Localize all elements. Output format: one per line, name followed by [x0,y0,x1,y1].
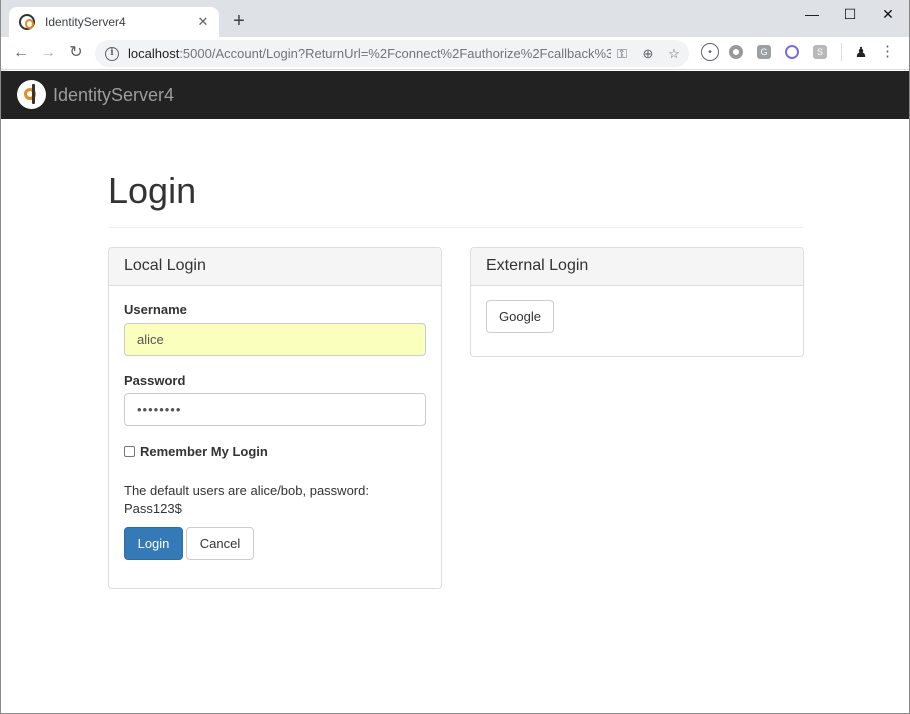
browser-tab-strip: IdentityServer4 ✕ + — ☐ ✕ [1,0,909,37]
url-text[interactable]: localhost:5000/Account/Login?ReturnUrl=%… [128,46,611,61]
info-icon[interactable]: i [105,46,119,61]
toolbar-separator [841,43,842,61]
address-bar[interactable]: i localhost:5000/Account/Login?ReturnUrl… [95,40,689,67]
local-login-panel: Local Login Username alice Password ••••… [108,247,442,589]
default-users-hint: The default users are alice/bob, passwor… [124,483,369,516]
window-minimize-button[interactable]: — [793,0,831,28]
page-header-divider [108,227,804,228]
grammarly-icon[interactable]: • [701,43,719,61]
google-login-button[interactable]: Google [486,300,554,333]
url-host: localhost [128,46,180,61]
site-navbar: IdentityServer4 [1,71,909,119]
back-arrow-icon[interactable]: ← [9,41,33,65]
remember-login-row: Remember My Login [124,444,268,459]
external-login-heading: External Login [471,248,803,286]
tab-title: IdentityServer4 [45,15,126,29]
circle-icon[interactable] [729,45,743,59]
external-login-panel: External Login Google [470,247,804,357]
zoom-icon[interactable]: ⊕ [637,43,659,65]
url-path: :5000/Account/Login?ReturnUrl=%2Fconnect… [179,46,611,61]
cancel-button[interactable]: Cancel [186,527,254,560]
new-tab-button[interactable]: + [227,10,251,34]
username-input[interactable]: alice [124,323,426,356]
profile-icon[interactable]: ♟ [852,43,870,61]
password-label: Password [124,373,186,388]
extensions-area: • G S ♟ ⋮ [701,43,895,63]
remember-login-label[interactable]: Remember My Login [140,444,268,459]
s-extension-icon[interactable]: S [813,45,827,59]
key-icon[interactable]: ⚿ [611,43,633,65]
target-icon[interactable] [785,45,799,59]
window-maximize-button[interactable]: ☐ [831,0,869,28]
browser-tab[interactable]: IdentityServer4 ✕ [9,7,219,37]
g-extension-icon[interactable]: G [757,45,771,59]
brand-name[interactable]: IdentityServer4 [53,85,174,106]
reload-icon[interactable]: ↻ [64,41,88,65]
star-icon[interactable]: ☆ [663,43,685,65]
password-input[interactable]: •••••••• [124,393,426,426]
identityserver-logo-icon[interactable] [17,80,46,109]
tab-close-icon[interactable]: ✕ [193,12,213,32]
remember-login-checkbox[interactable] [124,446,135,457]
local-login-heading: Local Login [109,248,441,286]
browser-toolbar: ← → ↻ i localhost:5000/Account/Login?Ret… [1,37,909,70]
page-title: Login [108,170,197,211]
forward-arrow-icon[interactable]: → [36,41,60,65]
login-button[interactable]: Login [124,527,183,560]
identityserver-favicon-icon [19,14,35,30]
username-label: Username [124,302,187,317]
window-close-button[interactable]: ✕ [869,0,907,28]
kebab-menu-icon[interactable]: ⋮ [880,43,895,61]
